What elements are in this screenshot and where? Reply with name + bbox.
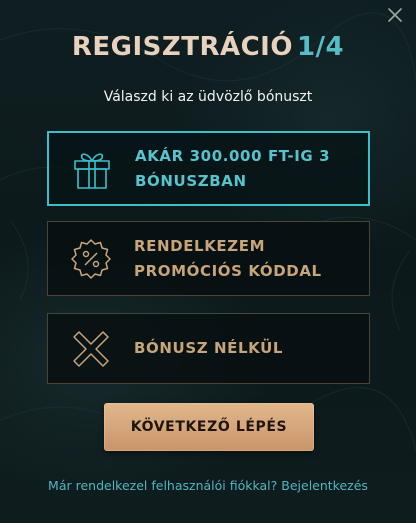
option-label: BÓNUSZ NÉLKÜL <box>134 336 283 361</box>
no-bonus-x-icon <box>48 327 134 371</box>
page-title: REGISZTRÁCIÓ 1/4 <box>0 32 416 62</box>
percent-badge-icon <box>48 237 134 281</box>
subtitle: Válaszd ki az üdvözlő bónuszt <box>103 89 313 105</box>
option-label-line1: BÓNUSZ NÉLKÜL <box>134 339 284 357</box>
option-label-line1: AKÁR 300.000 FT-IG 3 <box>135 146 331 165</box>
option-promo-code[interactable]: RENDELKEZEM PROMÓCIÓS KÓDDAL <box>47 221 370 296</box>
title-text: REGISZTRÁCIÓ <box>71 32 293 62</box>
option-label-line2: PROMÓCIÓS KÓDDAL <box>134 261 322 280</box>
login-question: Már rendelkezel felhasználói fiókkal? <box>48 478 278 493</box>
option-label: AKÁR 300.000 FT-IG 3 BÓNUSZBAN <box>135 144 330 194</box>
login-prompt: Már rendelkezel felhasználói fiókkal? Be… <box>0 478 416 493</box>
step-indicator: 1/4 <box>296 32 345 62</box>
option-no-bonus[interactable]: BÓNUSZ NÉLKÜL <box>47 313 370 384</box>
gift-icon <box>49 147 135 191</box>
close-icon[interactable] <box>386 6 404 24</box>
option-label-line2: BÓNUSZBAN <box>135 171 247 190</box>
option-label: RENDELKEZEM PROMÓCIÓS KÓDDAL <box>134 234 322 284</box>
option-label-line1: RENDELKEZEM <box>134 236 266 255</box>
login-link[interactable]: Bejelentkezés <box>281 478 368 493</box>
option-welcome-bonus[interactable]: AKÁR 300.000 FT-IG 3 BÓNUSZBAN <box>47 131 370 206</box>
next-step-button[interactable]: KÖVETKEZŐ LÉPÉS <box>104 403 314 451</box>
